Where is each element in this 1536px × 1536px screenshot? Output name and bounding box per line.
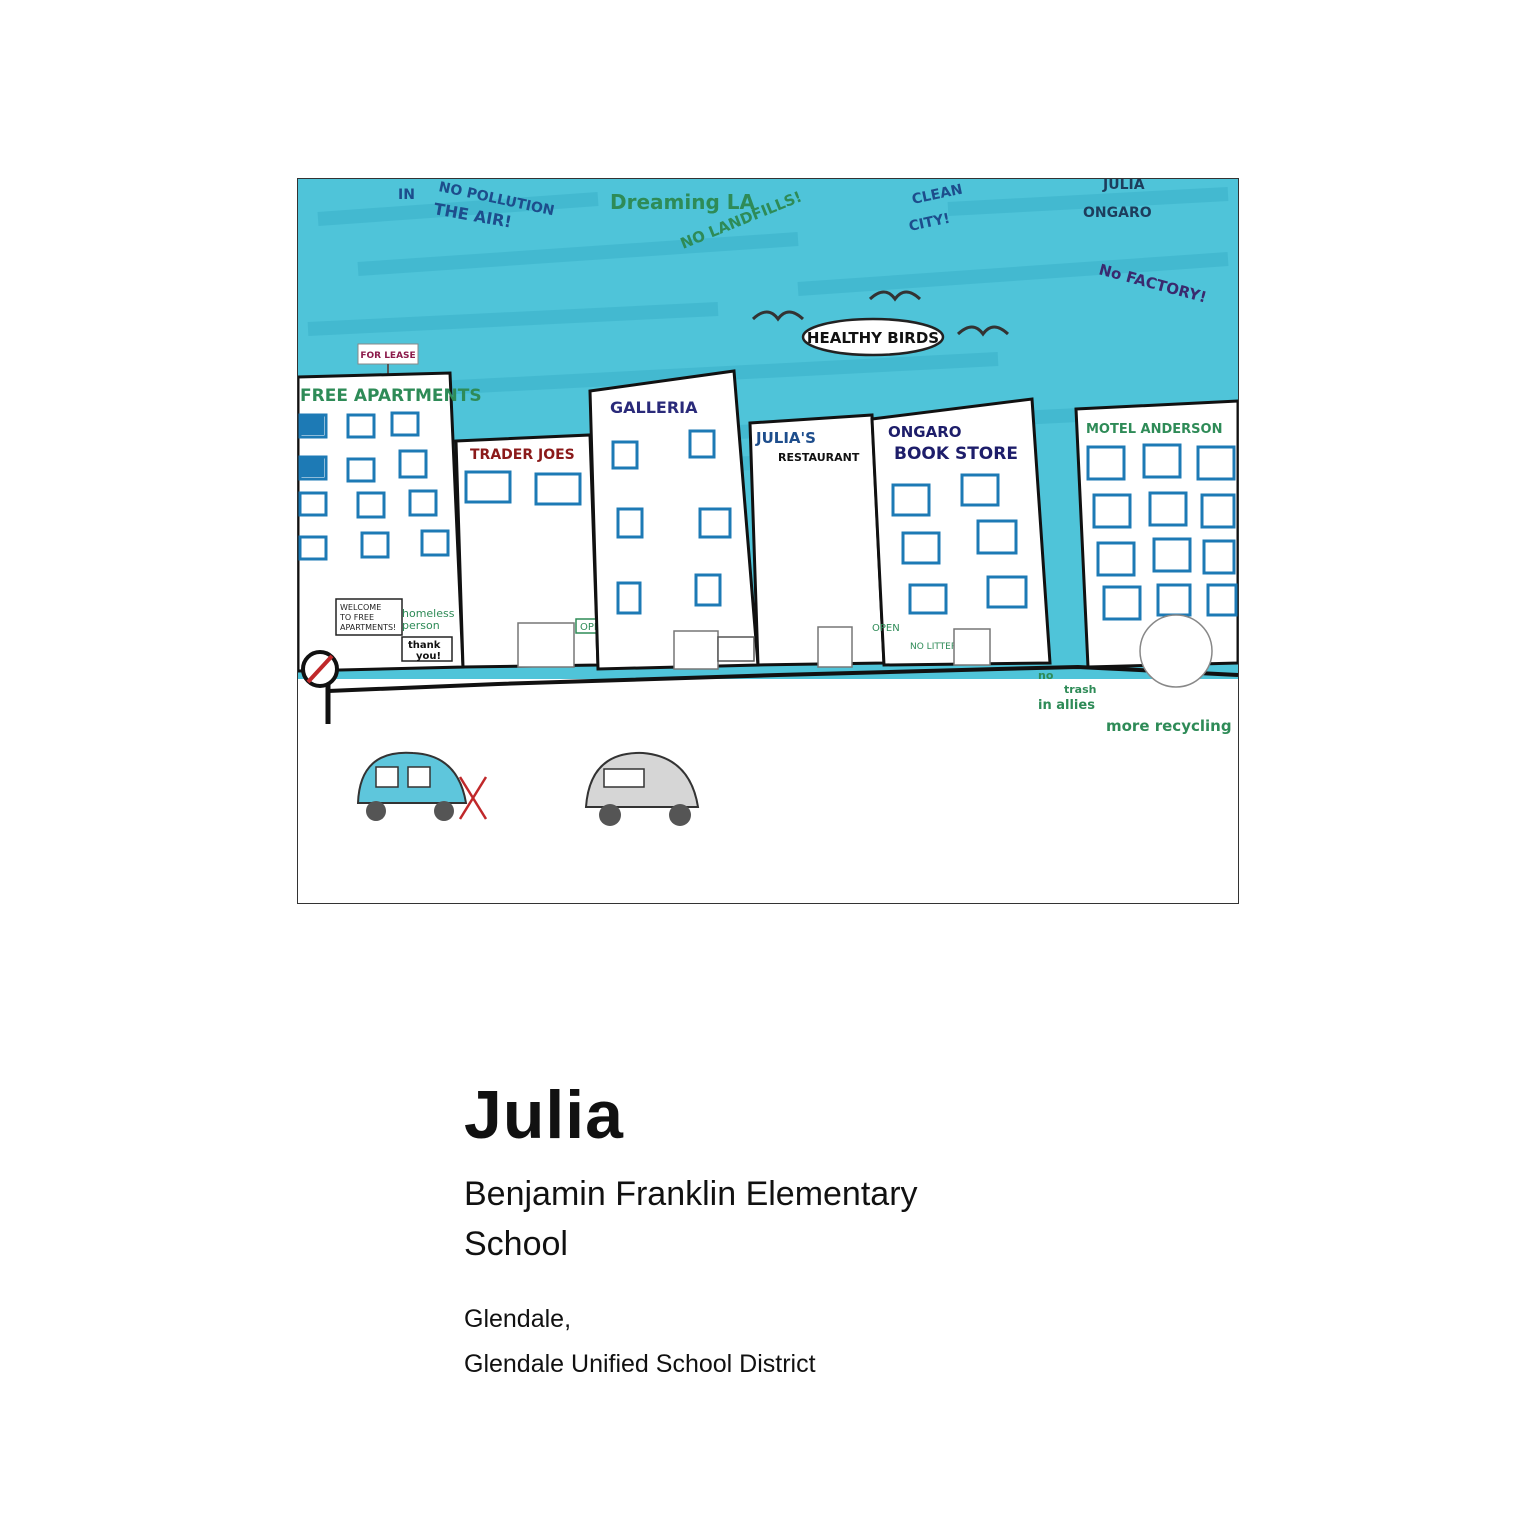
- welcome-sign-line3: APARTMENTS!: [340, 623, 396, 632]
- julias-sign: JULIA'S: [755, 429, 816, 447]
- sky-text-dreaming-la: Dreaming LA: [610, 190, 755, 214]
- school-district: Glendale Unified School District: [464, 1350, 816, 1378]
- ongaro-sign: ONGARO: [888, 423, 962, 441]
- drawing-canvas: IN NO POLLUTION THE AIR! Dreaming LA NO …: [298, 179, 1238, 903]
- galleria-building: GALLERIA: [588, 369, 760, 671]
- city: Glendale,: [464, 1305, 572, 1333]
- open-sign-2: OPEN: [872, 623, 900, 634]
- for-lease-label: FOR LEASE: [360, 351, 415, 361]
- free-apartments-sign: FREE APARTMENTS: [300, 386, 482, 406]
- motel-anderson-sign: MOTEL ANDERSON: [1086, 422, 1222, 437]
- location: Glendale, Glendale Unified School Distri…: [464, 1297, 1264, 1387]
- sky-text-in: IN: [398, 187, 415, 203]
- restaurant-sign: RESTAURANT: [778, 451, 860, 464]
- book-store-sign: BOOK STORE: [894, 444, 1018, 464]
- healthy-birds-label: HEALTHY BIRDS: [807, 329, 939, 347]
- trader-joes-sign: TRADER JOES: [470, 447, 575, 463]
- galleria-sign: GALLERIA: [610, 398, 698, 417]
- welcome-sign-line2: TO FREE: [339, 613, 374, 622]
- no-trash-line3: in allies: [1038, 698, 1095, 713]
- thank-you-line2: you!: [416, 651, 441, 662]
- more-recycling-label: more recycling: [1106, 717, 1232, 735]
- trader-joes-building: TRADER JOES OPEN: [454, 433, 613, 669]
- student-drawing: IN NO POLLUTION THE AIR! Dreaming LA NO …: [297, 178, 1239, 904]
- no-trash-line2: trash: [1064, 683, 1096, 696]
- student-name: Julia: [464, 1077, 624, 1153]
- sky-text-ongaro: ONGARO: [1083, 205, 1152, 221]
- welcome-sign-line1: WELCOME: [340, 603, 381, 612]
- sky-text-julia: JULIA: [1102, 179, 1145, 193]
- school-name: Benjamin Franklin Elementary School: [464, 1175, 918, 1263]
- ongaro-book-store-building: ONGARO BOOK STORE OPEN NO LITTERING: [870, 397, 1052, 667]
- thank-you-line1: thank: [408, 640, 441, 651]
- caption: Julia Benjamin Franklin Elementary Schoo…: [464, 1075, 1264, 1387]
- homeless-label-line2: person: [402, 619, 440, 632]
- no-trash-line1: no: [1038, 669, 1054, 682]
- recycling-bubble: [1139, 614, 1213, 688]
